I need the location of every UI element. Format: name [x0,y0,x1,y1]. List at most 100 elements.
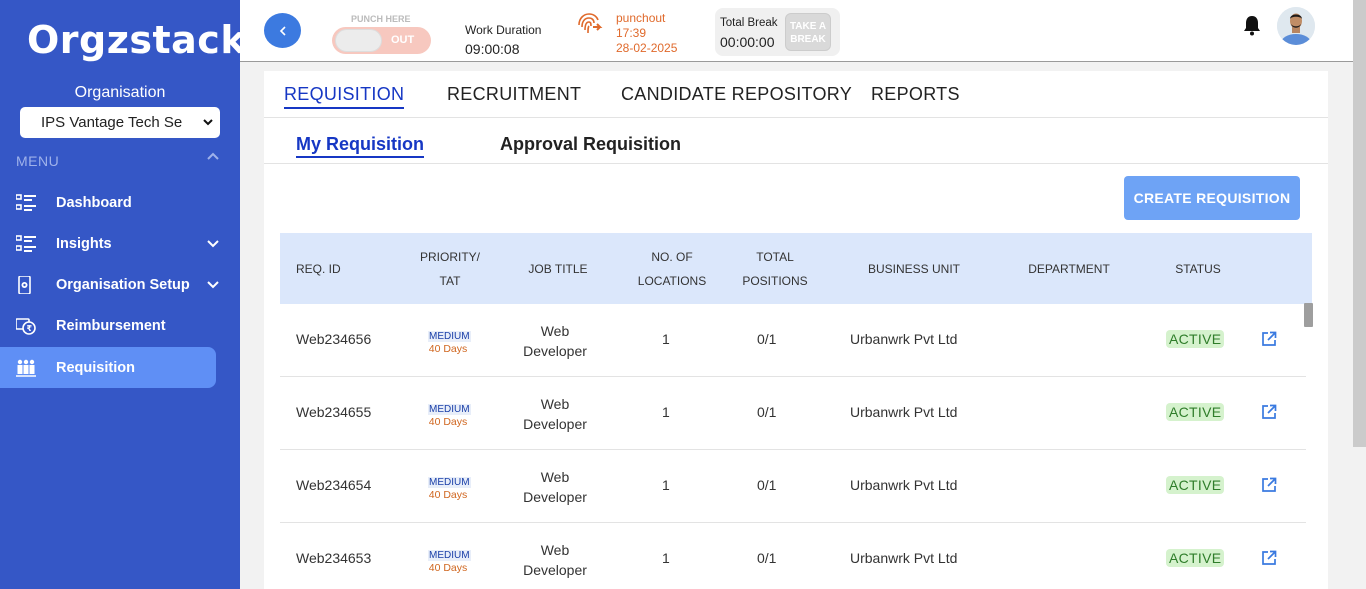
chevron-up-icon[interactable] [206,150,220,164]
open-external-icon[interactable] [1261,550,1277,566]
sidebar-item-reimbursement[interactable]: ₹ Reimbursement [0,305,216,346]
tat-value: 40 Days [428,489,468,501]
tab-bar: REQUISITION RECRUITMENT CANDIDATE REPOSI… [264,71,1328,118]
cell-priority: MEDIUM 40 Days [428,472,471,501]
job-title-line1: Web [540,469,570,485]
punch-time: 17:39 [616,26,647,40]
punch-toggle[interactable]: OUT [332,27,431,54]
table-row[interactable]: Web234656 MEDIUM 40 Days Web Developer 1… [280,304,1306,377]
create-requisition-button[interactable]: CREATE REQUISITION [1124,176,1300,220]
status-badge: ACTIVE [1166,476,1225,494]
tab-candidate-repository[interactable]: CANDIDATE REPOSITORY [621,84,852,105]
col-req-id: REQ. ID [296,262,341,276]
cell-locations: 1 [662,404,670,420]
priority-badge: MEDIUM [428,550,471,561]
punch-status: punchout 17:39 28-02-2025 [616,11,677,56]
sidebar-item-label: Requisition [56,359,135,376]
col-status: STATUS [1175,262,1221,276]
open-external-icon[interactable] [1261,331,1277,347]
priority-badge: MEDIUM [428,404,471,415]
job-title-line1: Web [540,396,570,412]
tab-requisition[interactable]: REQUISITION [284,84,405,109]
requisition-icon [16,359,36,377]
sidebar-item-requisition[interactable]: Requisition [0,347,216,388]
main-panel: REQUISITION RECRUITMENT CANDIDATE REPOSI… [264,71,1328,589]
cell-positions: 0/1 [757,331,777,347]
status-badge: ACTIVE [1166,330,1225,348]
cell-positions: 0/1 [757,404,777,420]
toggle-state-label: OUT [391,34,415,46]
topbar: PUNCH HERE OUT Work Duration 09:00:08 pu… [240,0,1366,62]
chevron-down-icon [207,240,219,248]
table-header: REQ. ID PRIORITY/ TAT JOB TITLE NO. OF L… [280,233,1312,304]
tab-reports[interactable]: REPORTS [871,84,960,105]
avatar[interactable] [1277,7,1315,45]
cell-business-unit: Urbanwrk Pvt Ltd [850,477,958,493]
take-break-button[interactable]: TAKE A BREAK [785,13,831,51]
open-external-icon[interactable] [1261,404,1277,420]
subtab-approval-requisition[interactable]: Approval Requisition [500,134,681,155]
job-title-line2: Developer [523,562,587,578]
tat-value: 40 Days [428,562,468,574]
sidebar-item-organisation-setup[interactable]: Organisation Setup [0,264,219,305]
col-job-title: JOB TITLE [528,262,588,276]
sidebar-item-label: Insights [56,235,112,252]
chevron-down-icon [207,281,219,289]
take-break-label-line2: BREAK [790,34,826,45]
total-break-label: Total Break [720,17,778,29]
bell-icon[interactable] [1243,14,1261,36]
organisation-label: Organisation [74,84,166,101]
job-title-line2: Developer [523,343,587,359]
col-priority-line2: TAT [439,274,461,288]
cell-req-id: Web234654 [296,477,372,493]
svg-text:₹: ₹ [27,324,33,333]
open-external-icon[interactable] [1261,477,1277,493]
sidebar-item-dashboard[interactable]: Dashboard [0,182,216,223]
chevron-left-icon [279,25,286,36]
table-row[interactable]: Web234653 MEDIUM 40 Days Web Developer 1… [280,523,1306,589]
cell-job-title: Web Developer [510,540,600,580]
organisation-select[interactable]: IPS Vantage Tech Se [20,107,220,138]
dashboard-icon [16,194,36,211]
total-break-value: 00:00:00 [720,34,775,50]
table-row[interactable]: Web234654 MEDIUM 40 Days Web Developer 1… [280,450,1306,523]
take-break-label-line1: TAKE A [789,21,827,32]
col-priority: PRIORITY/ TAT [410,245,490,293]
cell-priority: MEDIUM 40 Days [428,326,471,355]
tab-recruitment[interactable]: RECRUITMENT [447,84,581,105]
priority-badge: MEDIUM [428,477,471,488]
cell-business-unit: Urbanwrk Pvt Ltd [850,550,958,566]
page-scrollbar[interactable] [1353,0,1366,447]
insights-icon [16,235,36,252]
subtab-my-requisition[interactable]: My Requisition [296,134,425,158]
sidebar-item-label: Reimbursement [56,317,166,334]
cell-req-id: Web234656 [296,331,372,347]
cell-locations: 1 [662,550,670,566]
sidebar-item-insights[interactable]: Insights [0,223,219,264]
cell-job-title: Web Developer [510,321,600,361]
cell-priority: MEDIUM 40 Days [428,399,471,428]
job-title-line2: Developer [523,489,587,505]
col-positions-line1: TOTAL [756,250,794,264]
col-locations: NO. OF LOCATIONS [627,245,717,293]
col-department: DEPARTMENT [1028,262,1110,276]
menu-label: MENU [16,153,60,169]
col-positions: TOTAL POSITIONS [730,245,820,293]
cell-locations: 1 [662,331,670,347]
cell-req-id: Web234653 [296,550,372,566]
punch-date: 28-02-2025 [616,41,678,55]
col-positions-line2: POSITIONS [742,274,808,288]
chevron-down-icon [203,119,213,126]
table-row[interactable]: Web234655 MEDIUM 40 Days Web Developer 1… [280,377,1306,450]
table-scrollbar-thumb[interactable] [1304,303,1313,327]
cell-job-title: Web Developer [510,394,600,434]
sidebar-item-label: Organisation Setup [56,276,190,293]
cell-positions: 0/1 [757,477,777,493]
sidebar: Orgzstack Organisation IPS Vantage Tech … [0,0,246,589]
back-button[interactable] [264,13,301,48]
cell-business-unit: Urbanwrk Pvt Ltd [850,331,958,347]
cell-positions: 0/1 [757,550,777,566]
organisation-setup-icon [18,276,31,294]
tat-value: 40 Days [428,343,468,355]
sidebar-item-label: Dashboard [56,194,132,211]
